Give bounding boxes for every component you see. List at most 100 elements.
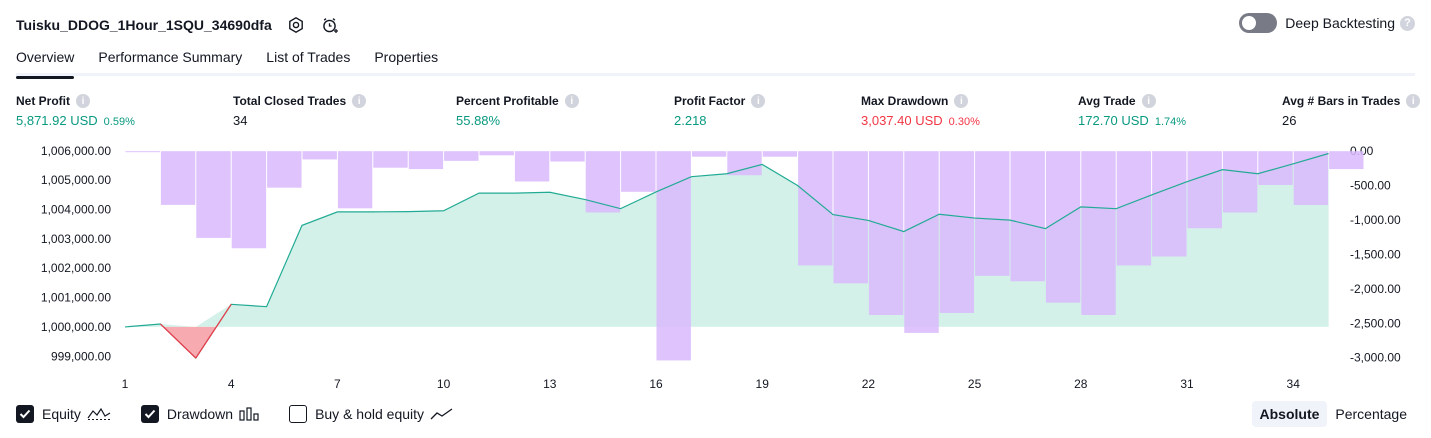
tab-list-of-trades[interactable]: List of Trades xyxy=(266,46,350,76)
left-axis-tick: 1,001,000.00 xyxy=(41,291,111,305)
scale-mode-switch: Absolute Percentage xyxy=(1251,401,1416,427)
drawdown-bar xyxy=(514,151,550,182)
stat-percent: 0.59% xyxy=(103,116,135,128)
right-axis-tick: -2,500.00 xyxy=(1350,316,1401,330)
drawdown-bar xyxy=(585,151,621,213)
tab-performance-summary[interactable]: Performance Summary xyxy=(98,46,242,76)
legend-label: Drawdown xyxy=(166,406,234,422)
legend-label: Equity xyxy=(42,406,81,422)
stat-value: 5,871.92 USD xyxy=(16,113,98,128)
equity-loss-area xyxy=(163,326,217,359)
checkbox-drawdown[interactable] xyxy=(140,405,159,423)
x-axis-tick: 19 xyxy=(756,377,770,391)
stat-percent: 1.74% xyxy=(1154,116,1187,128)
stat-label: Avg # Bars in Trades xyxy=(1282,94,1401,108)
x-axis-tick: 7 xyxy=(334,377,341,391)
right-axis-tick: -2,000.00 xyxy=(1350,282,1401,296)
equity-drawdown-chart[interactable]: 1,006,000.00 1,005,000.00 1,004,000.00 1,00… xyxy=(0,136,1431,396)
drawdown-bar xyxy=(868,151,904,316)
stat-value: 34 xyxy=(233,113,248,128)
drawdown-bar xyxy=(550,151,585,162)
stat-total-closed-trades: Total Closed Trades i 34 xyxy=(233,93,367,128)
x-axis-tick: 22 xyxy=(862,377,876,391)
drawdown-bar xyxy=(1045,151,1081,303)
left-axis-tick: 1,006,000.00 xyxy=(41,144,111,158)
stat-label: Avg Trade xyxy=(1078,94,1136,108)
drawdown-bar xyxy=(1081,151,1116,316)
stat-value: 3,037.40 USD xyxy=(861,113,943,128)
line-icon xyxy=(430,407,454,421)
stat-value: 2.218 xyxy=(674,113,707,128)
checkbox-equity[interactable] xyxy=(16,405,34,423)
strategy-title: Tuisku_DDOG_1Hour_1SQU_34690dfa xyxy=(16,17,272,33)
right-axis-tick: -1,500.00 xyxy=(1350,247,1401,261)
right-axis-tick: -1,000.00 xyxy=(1350,213,1401,227)
equity-line-icon xyxy=(87,407,111,421)
drawdown-bar xyxy=(975,151,1010,276)
help-icon[interactable]: ? xyxy=(1400,15,1415,31)
x-axis-tick: 31 xyxy=(1180,377,1194,391)
info-icon[interactable]: i xyxy=(564,94,579,108)
info-icon[interactable]: i xyxy=(1406,94,1421,108)
stat-max-drawdown: Max Drawdown i 3,037.40 USD 0.30% xyxy=(861,93,980,128)
mode-percentage[interactable]: Percentage xyxy=(1327,401,1415,427)
deep-backtesting-toggle[interactable] xyxy=(1239,13,1278,33)
drawdown-bar xyxy=(1258,151,1293,185)
info-icon[interactable]: i xyxy=(76,94,90,108)
drawdown-bar xyxy=(444,151,479,161)
info-icon[interactable]: i xyxy=(1141,94,1156,108)
stat-percent: 0.30% xyxy=(948,116,980,128)
add-alert-icon[interactable] xyxy=(320,15,340,35)
info-icon[interactable]: i xyxy=(954,94,969,108)
drawdown-bar xyxy=(196,151,231,238)
drawdown-bar xyxy=(267,151,302,188)
settings-icon[interactable] xyxy=(286,15,306,35)
stat-label: Net Profit xyxy=(16,94,70,108)
bars-icon xyxy=(239,407,259,421)
drawdown-bar xyxy=(939,151,975,313)
legend-drawdown[interactable]: Drawdown xyxy=(140,405,259,423)
drawdown-bar xyxy=(302,151,337,160)
left-axis-tick: 1,000,000.00 xyxy=(41,320,111,334)
chart-legend: Equity Drawdown Buy & hold equity xyxy=(16,403,484,425)
toggle-knob xyxy=(1242,16,1257,30)
x-axis-tick: 28 xyxy=(1074,377,1088,391)
tab-properties[interactable]: Properties xyxy=(374,46,438,76)
drawdown-bar xyxy=(1222,151,1258,213)
tab-overview[interactable]: Overview xyxy=(16,46,75,79)
stat-avg-trade: Avg Trade i 172.70 USD 1.74% xyxy=(1078,93,1186,128)
drawdown-bar xyxy=(373,151,408,168)
drawdown-bar xyxy=(1116,151,1152,266)
mode-absolute[interactable]: Absolute xyxy=(1251,401,1328,427)
drawdown-bar xyxy=(656,151,691,361)
x-axis-tick: 1 xyxy=(122,377,129,391)
deep-backtesting-label: Deep Backtesting xyxy=(1285,15,1395,31)
x-axis-tick: 34 xyxy=(1287,377,1301,391)
drawdown-bar xyxy=(160,151,196,205)
checkbox-buy-hold[interactable] xyxy=(289,405,308,423)
stat-percent-profitable: Percent Profitable i 55.88% xyxy=(456,93,579,128)
drawdown-bar xyxy=(1187,151,1222,229)
stat-avg-bars: Avg # Bars in Trades i 26 xyxy=(1282,93,1421,128)
drawdown-bar xyxy=(125,151,160,153)
legend-label: Buy & hold equity xyxy=(315,406,425,422)
left-axis-tick: 1,004,000.00 xyxy=(41,203,111,217)
left-axis-tick: 999,000.00 xyxy=(51,349,111,363)
drawdown-bar xyxy=(762,151,798,157)
stat-net-profit: Net Profit i 5,871.92 USD 0.59% xyxy=(16,93,135,128)
legend-buy-hold[interactable]: Buy & hold equity xyxy=(289,405,454,423)
info-icon[interactable]: i xyxy=(352,94,367,108)
drawdown-bar xyxy=(231,151,267,249)
stat-label: Max Drawdown xyxy=(861,94,949,108)
x-axis-tick: 16 xyxy=(649,377,663,391)
stat-label: Total Closed Trades xyxy=(233,94,347,108)
left-axis-tick: 1,002,000.00 xyxy=(41,261,111,275)
drawdown-bar xyxy=(691,151,727,157)
legend-equity[interactable]: Equity xyxy=(16,405,111,423)
info-icon[interactable]: i xyxy=(751,94,766,108)
drawdown-bar xyxy=(1152,151,1187,257)
stat-value: 172.70 USD xyxy=(1078,113,1149,128)
stats-row: Net Profit i 5,871.92 USD 0.59% Total Clos… xyxy=(16,93,1421,129)
left-axis-tick: 1,005,000.00 xyxy=(41,173,111,187)
stat-profit-factor: Profit Factor i 2.218 xyxy=(674,93,766,128)
